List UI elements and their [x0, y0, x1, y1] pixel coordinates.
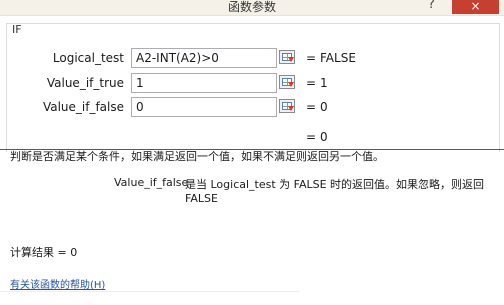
arrow-icon [288, 106, 294, 111]
calculation-result: 计算结果 = 0 [10, 246, 78, 259]
function-name-label: IF [12, 23, 22, 36]
title-bar: 函数参数 ? × [0, 0, 504, 16]
value-if-true-label: Value_if_true [46, 76, 124, 90]
close-icon: × [470, 0, 481, 13]
logical-test-equals: = [306, 51, 317, 65]
logical-test-ref-button[interactable] [279, 50, 295, 64]
value-if-true-input[interactable]: 1 [131, 73, 277, 93]
function-description: 判断是否满足某个条件，如果满足返回一个值，如果不满足则返回另一个值。 [10, 150, 384, 163]
value-if-false-ref-button[interactable] [279, 99, 295, 113]
value-if-true-result: 1 [320, 76, 328, 90]
value-if-true-equals: = [306, 76, 317, 90]
value-if-false-equals: = [306, 100, 317, 114]
function-help-link[interactable]: 有关该函数的帮助(H) [10, 276, 105, 291]
value-if-true-ref-button[interactable] [279, 75, 295, 89]
logical-test-input[interactable]: A2-INT(A2)>0 [131, 48, 277, 68]
argument-description-name: Value_if_false [114, 176, 189, 189]
formula-equals: = [306, 130, 317, 144]
close-button[interactable]: × [452, 0, 499, 14]
value-if-false-input[interactable]: 0 [131, 97, 277, 117]
formula-result: 0 [320, 130, 328, 144]
footer-divider [0, 291, 300, 292]
arrow-icon [288, 57, 294, 62]
help-button[interactable]: ? [428, 0, 435, 12]
argument-description-text: 是当 Logical_test 为 FALSE 时的返回值。如果忽略，则返回 F… [185, 178, 485, 205]
logical-test-label: Logical_test [52, 51, 124, 65]
value-if-false-result: 0 [320, 100, 328, 114]
value-if-false-label: Value_if_false [42, 100, 124, 114]
logical-test-result: FALSE [320, 51, 356, 65]
arrow-icon [288, 82, 294, 87]
